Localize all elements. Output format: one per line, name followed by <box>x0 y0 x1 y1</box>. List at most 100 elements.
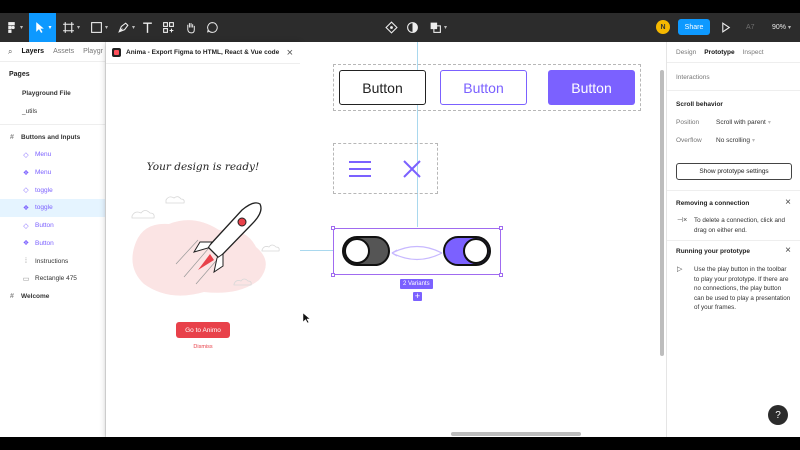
layer-label: Button <box>35 239 54 247</box>
layers-panel: ⌕ Layers Assets Playgr Pages Playground … <box>0 42 106 437</box>
divider <box>0 124 105 126</box>
tab-layers[interactable]: Layers <box>21 48 44 55</box>
layer-item-toggle[interactable]: ◇ toggle <box>0 181 105 199</box>
resize-handle[interactable] <box>499 226 503 230</box>
running-prototype-heading: Running your prototype <box>676 248 751 255</box>
close-icon[interactable]: × <box>785 245 791 256</box>
zoom-level: 90% <box>772 24 787 31</box>
toggle-off-variant[interactable] <box>342 236 390 266</box>
anima-plugin-window: Anima - Export Figma to HTML, React & Vu… <box>106 42 300 437</box>
layer-item-button[interactable]: ❖ Button <box>0 235 105 253</box>
frame-grid-icon: # <box>10 292 14 300</box>
dismiss-link[interactable]: Dismiss <box>106 344 300 350</box>
instance-diamond-icon: ◇ <box>23 151 29 159</box>
canvas-scrollbar-vertical[interactable] <box>660 70 664 356</box>
layer-label: toggle <box>35 204 53 212</box>
overflow-value: No scrolling <box>716 137 750 144</box>
present-button[interactable] <box>718 13 732 42</box>
main-menu-button[interactable]: ▾ <box>0 13 28 42</box>
show-prototype-settings-button[interactable]: Show prototype settings <box>676 163 792 180</box>
rocket-illustration <box>131 196 280 296</box>
tab-design[interactable]: Design <box>676 49 696 56</box>
components-icon <box>162 22 174 33</box>
resize-handle[interactable] <box>499 273 503 277</box>
button-variant-purple-filled[interactable]: Button <box>548 70 635 105</box>
scroll-behavior-heading: Scroll behavior <box>676 101 723 108</box>
overflow-dropdown[interactable]: No scrolling ▾ <box>716 137 755 144</box>
position-value: Scroll with parent <box>716 119 766 126</box>
variants-count-badge[interactable]: 2 Variants <box>400 279 433 289</box>
tab-prototype[interactable]: Prototype <box>704 49 734 56</box>
layer-label: Menu <box>35 169 52 177</box>
zoom-dropdown[interactable]: 90% ▾ <box>772 13 791 42</box>
page-item-utils[interactable]: _utils <box>0 103 105 121</box>
page-label: Playground File <box>22 90 71 98</box>
go-to-anima-button[interactable]: Go to Animo <box>176 322 230 338</box>
add-variant-button[interactable]: + <box>413 292 422 301</box>
pages-heading: Pages <box>9 71 30 78</box>
layer-item-menu[interactable]: ◇ Menu <box>0 146 105 164</box>
layer-label: Buttons and Inputs <box>21 133 81 141</box>
component-button[interactable] <box>384 13 398 42</box>
help-button[interactable]: ? <box>768 405 788 425</box>
tab-inspect[interactable]: Inspect <box>743 49 764 56</box>
layer-item-welcome[interactable]: # Welcome <box>0 288 105 306</box>
button-variant-outline[interactable]: Button <box>339 70 426 105</box>
chevron-down-icon: ▾ <box>131 25 135 31</box>
search-icon[interactable]: ⌕ <box>8 47 12 57</box>
user-avatar[interactable]: N <box>656 20 670 34</box>
rectangle-icon: ▭ <box>22 275 30 283</box>
layer-item-instructions[interactable]: ⁞ Instructions <box>0 252 105 270</box>
removing-connection-heading: Removing a connection <box>676 200 750 207</box>
close-x-icon[interactable] <box>402 159 422 179</box>
boolean-button[interactable]: ▾ <box>428 13 448 42</box>
share-button[interactable]: Share <box>678 19 710 35</box>
layer-item-rectangle[interactable]: ▭ Rectangle 475 <box>0 270 105 288</box>
group-icon: ⁞ <box>25 257 27 265</box>
resize-handle[interactable] <box>331 226 335 230</box>
close-icon[interactable]: × <box>785 197 791 208</box>
chevron-down-icon: ▾ <box>767 120 771 126</box>
right-panel-tabs: Design Prototype Inspect <box>667 42 800 63</box>
guide-line-horizontal <box>300 250 333 251</box>
resize-handle[interactable] <box>331 273 335 277</box>
divider <box>667 240 800 241</box>
toggle-on-variant[interactable] <box>443 236 491 266</box>
layer-item-menu[interactable]: ❖ Menu <box>0 164 105 182</box>
page-item-playground-file[interactable]: Playground File <box>0 85 105 103</box>
button-variant-purple-outline[interactable]: Button <box>440 70 527 105</box>
boolean-union-icon <box>430 22 441 33</box>
pen-tool-button[interactable]: ▾ <box>113 13 139 42</box>
layer-label: Menu <box>35 151 52 159</box>
chevron-down-icon: ▾ <box>48 25 52 31</box>
hand-tool-button[interactable] <box>183 13 197 42</box>
shape-tool-button[interactable]: ▾ <box>86 13 112 42</box>
layer-item-toggle-selected[interactable]: ❖ toggle <box>0 199 105 217</box>
comment-tool-button[interactable] <box>205 13 219 42</box>
hamburger-menu-icon[interactable] <box>348 159 372 179</box>
close-icon[interactable]: × <box>287 47 293 59</box>
resources-tool-button[interactable] <box>161 13 175 42</box>
plugin-header: Anima - Export Figma to HTML, React & Vu… <box>106 42 300 64</box>
layer-item-buttons-and-inputs[interactable]: # Buttons and Inputs <box>0 128 105 146</box>
frame-tool-button[interactable]: ▾ <box>58 13 84 42</box>
tab-playground[interactable]: Playgr <box>83 48 103 55</box>
move-tool-button[interactable]: ▾ <box>29 13 56 42</box>
running-prototype-text: Use the play button in the toolbar to pl… <box>694 266 791 311</box>
figma-logo-icon <box>8 22 15 33</box>
canvas-scrollbar-horizontal[interactable] <box>451 432 581 436</box>
tab-assets[interactable]: Assets <box>53 48 74 55</box>
chevron-down-icon: ▾ <box>751 138 755 144</box>
removing-connection-text: To delete a connection, click and drag o… <box>694 217 786 234</box>
position-dropdown[interactable]: Scroll with parent ▾ <box>716 119 771 126</box>
instance-diamond-icon: ◇ <box>23 222 29 230</box>
layer-item-button[interactable]: ◇ Button <box>0 217 105 235</box>
top-toolbar: ▾ ▾ ▾ ▾ ▾ ▾ N Share A7 90% ▾ <box>0 13 800 42</box>
rectangle-icon <box>91 22 102 33</box>
design-canvas[interactable]: Button Button Button 2 Variants + <box>300 42 666 437</box>
chevron-down-icon: ▾ <box>76 25 80 31</box>
mask-button[interactable] <box>405 13 419 42</box>
text-tool-button[interactable] <box>140 13 154 42</box>
prototype-connection-arrows[interactable] <box>390 242 445 264</box>
layer-label: Welcome <box>21 292 50 300</box>
